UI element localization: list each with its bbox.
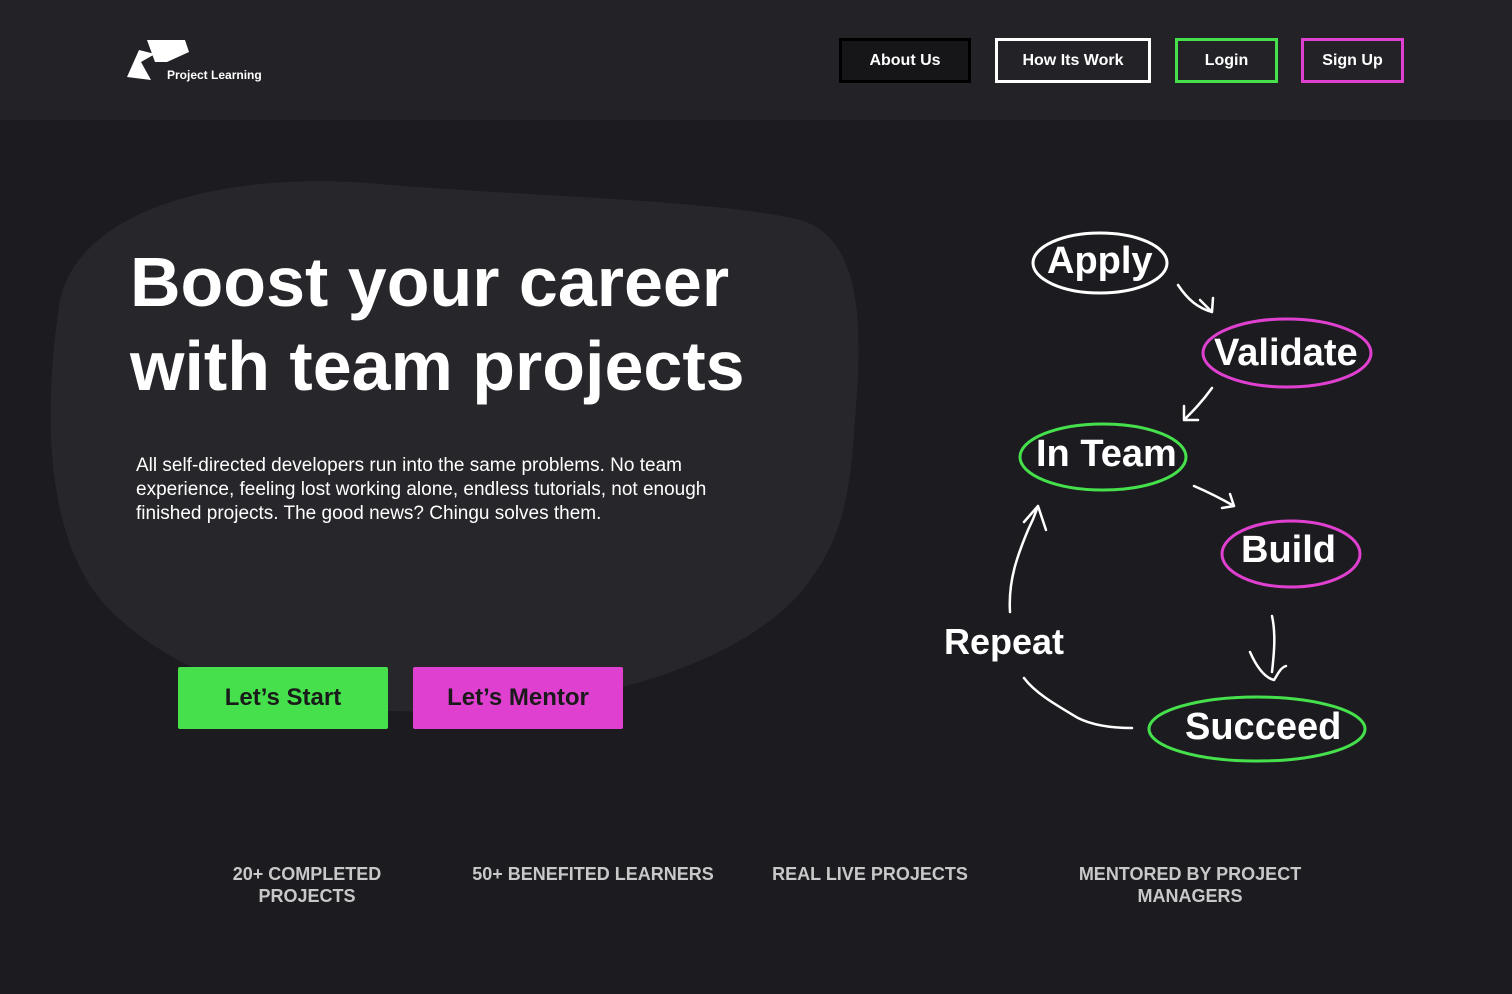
- hero-headline: Boost your career with team projects: [130, 240, 830, 408]
- stat-benefited-learners: 50+ BENEFITED LEARNERS: [472, 864, 714, 884]
- logo-text: Project Learning: [167, 68, 262, 82]
- step-in-team: In Team: [1036, 433, 1177, 475]
- lets-mentor-button[interactable]: Let’s Mentor: [413, 667, 623, 729]
- stat-real-live-projects: REAL LIVE PROJECTS: [772, 864, 968, 884]
- background-blob: [50, 181, 859, 712]
- arrow-repeat-to-in-team: [1008, 504, 1048, 614]
- arrow-validate-to-in-team: [1182, 386, 1214, 422]
- logo[interactable]: Project Learning: [127, 40, 277, 84]
- step-build: Build: [1241, 529, 1336, 571]
- top-navigation-bar: Project Learning About Us How Its Work L…: [0, 0, 1512, 120]
- process-cycle-diagram: [1008, 231, 1373, 763]
- arrow-succeed-to-repeat: [1022, 676, 1134, 730]
- step-succeed: Succeed: [1185, 706, 1342, 748]
- stat-completed-projects: 20+ COMPLETED PROJECTS: [232, 864, 382, 906]
- headline-line-2: with team projects: [130, 327, 745, 405]
- headline-line-1: Boost your career: [130, 243, 730, 321]
- how-its-work-button[interactable]: How Its Work: [995, 38, 1151, 83]
- login-button[interactable]: Login: [1175, 38, 1278, 83]
- step-apply: Apply: [1047, 240, 1153, 282]
- about-us-button[interactable]: About Us: [839, 38, 971, 83]
- hero-intro-text: All self-directed developers run into th…: [136, 455, 707, 524]
- step-repeat: Repeat: [944, 621, 1065, 662]
- step-validate: Validate: [1214, 332, 1358, 374]
- stat-mentored-by-managers: MENTORED BY PROJECT MANAGERS: [1078, 864, 1302, 906]
- lets-start-button[interactable]: Let’s Start: [178, 667, 388, 729]
- arrow-in-team-to-build: [1192, 484, 1236, 510]
- arrow-apply-to-validate: [1176, 283, 1215, 314]
- arrow-build-to-succeed: [1248, 614, 1288, 682]
- sign-up-button[interactable]: Sign Up: [1301, 38, 1404, 83]
